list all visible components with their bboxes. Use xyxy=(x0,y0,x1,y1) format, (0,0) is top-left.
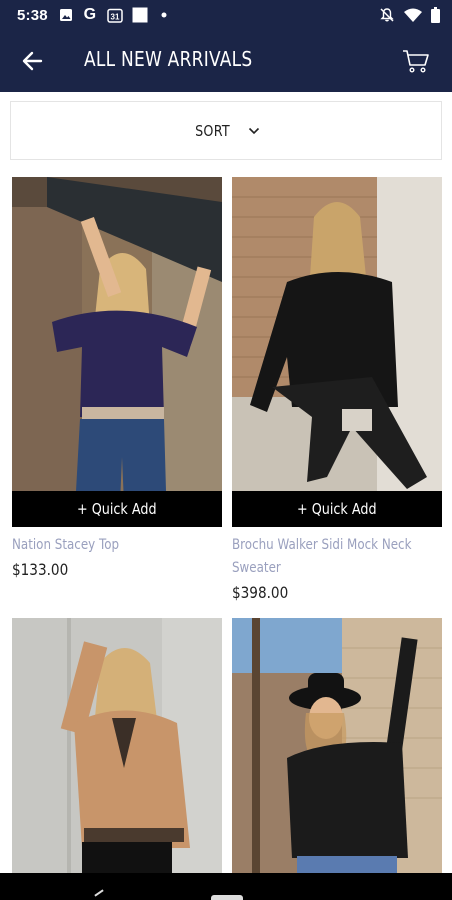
chevron-down-icon xyxy=(248,127,260,135)
battery-icon xyxy=(431,7,440,23)
page-title: ALL NEW ARRIVALS xyxy=(84,47,253,71)
wifi-icon xyxy=(404,8,422,22)
product-image[interactable]: + Quick Add xyxy=(232,177,442,527)
product-name[interactable]: Nation Stacey Top xyxy=(12,534,119,557)
status-bar: 5:38 G 31 xyxy=(0,0,452,30)
product-image[interactable] xyxy=(12,618,222,873)
product-name[interactable]: Brochu Walker Sidi Mock Neck xyxy=(232,534,411,557)
quick-add-button[interactable]: + Quick Add xyxy=(12,491,222,527)
product-image[interactable]: + Quick Add xyxy=(12,177,222,527)
calendar-31-icon: 31 xyxy=(107,8,123,23)
dot-icon xyxy=(157,8,171,22)
app-bar: ALL NEW ARRIVALS xyxy=(0,30,452,92)
product-price: $398.00 xyxy=(232,583,289,602)
nav-home-icon[interactable] xyxy=(211,895,243,900)
nav-back-icon[interactable] xyxy=(94,889,104,897)
status-time: 5:38 xyxy=(17,6,48,24)
cart-icon[interactable] xyxy=(401,46,431,76)
sort-label: SORT xyxy=(195,121,231,140)
photo-icon xyxy=(59,8,73,22)
product-name-line2[interactable]: Sweater xyxy=(232,557,281,580)
sort-button[interactable]: SORT xyxy=(10,101,442,160)
google-icon: G xyxy=(83,6,97,23)
quick-add-button[interactable]: + Quick Add xyxy=(232,491,442,527)
product-image[interactable] xyxy=(232,618,442,873)
product-price: $133.00 xyxy=(12,560,69,579)
notifications-off-icon xyxy=(379,7,395,23)
svg-text:31: 31 xyxy=(110,12,119,21)
arrow-left-icon[interactable] xyxy=(20,48,46,74)
system-nav-bar xyxy=(0,873,452,900)
square-icon xyxy=(132,7,148,23)
